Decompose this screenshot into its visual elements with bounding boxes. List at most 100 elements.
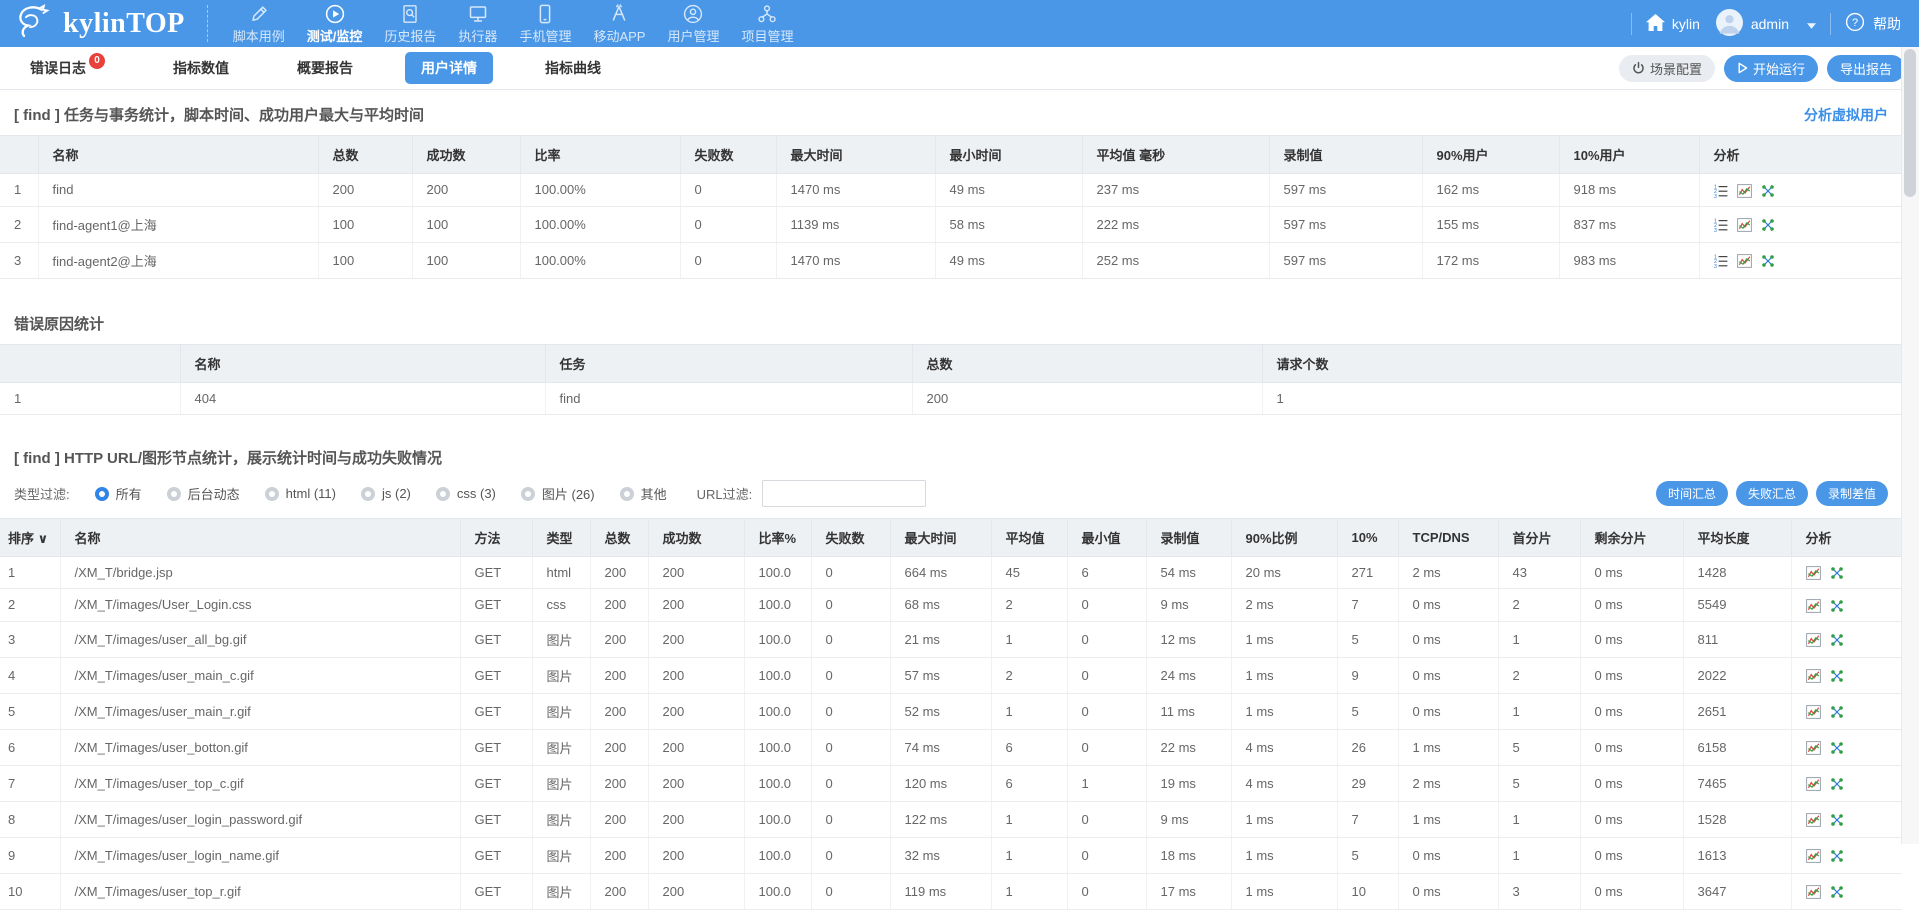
- chart-icon[interactable]: [1737, 254, 1752, 268]
- column-header: [0, 344, 180, 382]
- type-filter-option-1[interactable]: 后台动态: [167, 484, 240, 503]
- nav-item-test-monitor[interactable]: 测试/监控: [296, 0, 374, 47]
- summary-button-0[interactable]: 时间汇总: [1656, 481, 1728, 506]
- table-cell: find-agent2@上海: [38, 242, 318, 278]
- table-cell: 0: [1067, 693, 1146, 729]
- nav-item-mobile-app[interactable]: 移动APP: [582, 0, 656, 47]
- sequence-list-icon[interactable]: 123: [1714, 218, 1728, 232]
- table-cell: 图片: [532, 693, 590, 729]
- chart-icon[interactable]: [1806, 599, 1821, 613]
- chart-icon[interactable]: [1806, 633, 1821, 647]
- export-report-button[interactable]: 导出报告: [1827, 55, 1905, 82]
- svg-text:3: 3: [1714, 264, 1717, 268]
- table-cell: 5: [1337, 837, 1398, 873]
- tab-error-log[interactable]: 错误日志0: [14, 52, 121, 84]
- table-cell: 21 ms: [890, 621, 991, 657]
- column-header: 首分片: [1498, 518, 1580, 556]
- summary-button-2[interactable]: 录制差值: [1816, 481, 1888, 506]
- analyze-virtual-users-link[interactable]: 分析虚拟用户: [1804, 105, 1888, 125]
- column-header: [0, 136, 38, 174]
- home-tenant-button[interactable]: kylin: [1646, 14, 1700, 34]
- summary-button-1[interactable]: 失败汇总: [1736, 481, 1808, 506]
- svg-text:?: ?: [1852, 17, 1858, 29]
- chart-icon[interactable]: [1737, 218, 1752, 232]
- table-cell: 200: [590, 873, 648, 909]
- column-header[interactable]: 排序 ∨: [0, 518, 60, 556]
- tab-summary-report[interactable]: 概要报告: [281, 52, 369, 84]
- tasks-section-header: [ find ] 任务与事务统计，脚本时间、成功用户最大与平均时间 分析虚拟用户: [14, 104, 1888, 125]
- column-header: 分析: [1699, 136, 1902, 174]
- table-cell: 0: [811, 801, 890, 837]
- chart-icon[interactable]: [1806, 777, 1821, 791]
- table-cell: 0: [811, 837, 890, 873]
- column-header: 比率: [520, 136, 680, 174]
- table-cell: 7: [1337, 801, 1398, 837]
- help-button[interactable]: ? 帮助: [1845, 12, 1901, 35]
- nav-item-user-management[interactable]: 用户管理: [656, 0, 730, 47]
- brand-logo[interactable]: kylinTOP: [0, 0, 207, 47]
- analyze-icon[interactable]: [1830, 885, 1844, 899]
- type-filter-option-5[interactable]: 图片 (26): [521, 484, 595, 503]
- table-cell: 图片: [532, 621, 590, 657]
- table-cell: 1 ms: [1231, 873, 1337, 909]
- table-cell: 0 ms: [1580, 729, 1683, 765]
- analyze-icon[interactable]: [1830, 849, 1844, 863]
- pencil-icon: [248, 3, 270, 25]
- table-row: 7/XM_T/images/user_top_c.gifGET图片2002001…: [0, 765, 1902, 801]
- analyze-icon[interactable]: [1830, 669, 1844, 683]
- analyze-icon[interactable]: [1830, 813, 1844, 827]
- type-filter-option-3[interactable]: js (2): [361, 486, 411, 501]
- chart-icon[interactable]: [1737, 184, 1752, 198]
- chart-icon[interactable]: [1806, 566, 1821, 580]
- url-filter-input[interactable]: [762, 480, 926, 507]
- analyze-icon[interactable]: [1830, 705, 1844, 719]
- nav-item-script-cases[interactable]: 脚本用例: [222, 0, 296, 47]
- sequence-list-icon[interactable]: 123: [1714, 254, 1728, 268]
- analyze-icon[interactable]: [1761, 184, 1775, 198]
- chart-icon[interactable]: [1806, 849, 1821, 863]
- user-menu[interactable]: admin: [1716, 9, 1816, 39]
- type-filter-option-0[interactable]: 所有: [95, 484, 142, 503]
- chart-icon[interactable]: [1806, 741, 1821, 755]
- tab-metric-values[interactable]: 指标数值: [157, 52, 245, 84]
- tab-metric-curves[interactable]: 指标曲线: [529, 52, 617, 84]
- scrollbar-thumb[interactable]: [1904, 49, 1916, 197]
- analyze-icon[interactable]: [1830, 599, 1844, 613]
- nav-item-label: 项目管理: [741, 26, 793, 45]
- scene-config-button[interactable]: 场景配置: [1619, 55, 1715, 82]
- analyze-icon[interactable]: [1830, 566, 1844, 580]
- sequence-list-icon[interactable]: 123: [1714, 184, 1728, 198]
- analyze-icon[interactable]: [1761, 254, 1775, 268]
- chart-icon[interactable]: [1806, 705, 1821, 719]
- nav-item-history-reports[interactable]: 历史报告: [373, 0, 447, 47]
- nav-item-phone-management[interactable]: 手机管理: [508, 0, 582, 47]
- analyze-icon[interactable]: [1830, 777, 1844, 791]
- table-cell: 图片: [532, 873, 590, 909]
- start-run-label: 开始运行: [1753, 59, 1805, 78]
- nav-separator: [1830, 13, 1831, 35]
- nav-item-project-management[interactable]: 项目管理: [730, 0, 804, 47]
- type-filter-options: 所有 后台动态 html (11) js (2) css (3) 图片 (26) 其他: [70, 484, 667, 503]
- tab-user-details[interactable]: 用户详情: [405, 52, 493, 84]
- table-cell: 200: [318, 174, 412, 207]
- table-cell: 200: [648, 873, 744, 909]
- type-filter-option-2[interactable]: html (11): [265, 486, 336, 501]
- summary-buttons: 时间汇总失败汇总录制差值: [1656, 481, 1888, 506]
- chart-icon[interactable]: [1806, 885, 1821, 899]
- analyze-icon[interactable]: [1830, 741, 1844, 755]
- start-run-button[interactable]: 开始运行: [1724, 55, 1818, 82]
- analyze-icon[interactable]: [1830, 633, 1844, 647]
- type-filter-option-6[interactable]: 其他: [620, 484, 667, 503]
- nav-item-executor[interactable]: 执行器: [447, 0, 508, 47]
- url-filter-label: URL过滤:: [697, 484, 753, 503]
- table-cell: 3: [1498, 873, 1580, 909]
- chart-icon[interactable]: [1806, 813, 1821, 827]
- type-filter-option-4[interactable]: css (3): [436, 486, 496, 501]
- vertical-scrollbar[interactable]: [1901, 47, 1919, 844]
- column-header: 总数: [590, 518, 648, 556]
- executor-icon: [467, 3, 489, 25]
- analyze-icon[interactable]: [1761, 218, 1775, 232]
- chart-icon[interactable]: [1806, 669, 1821, 683]
- table-cell: 100.00%: [520, 174, 680, 207]
- table-cell: GET: [460, 589, 532, 622]
